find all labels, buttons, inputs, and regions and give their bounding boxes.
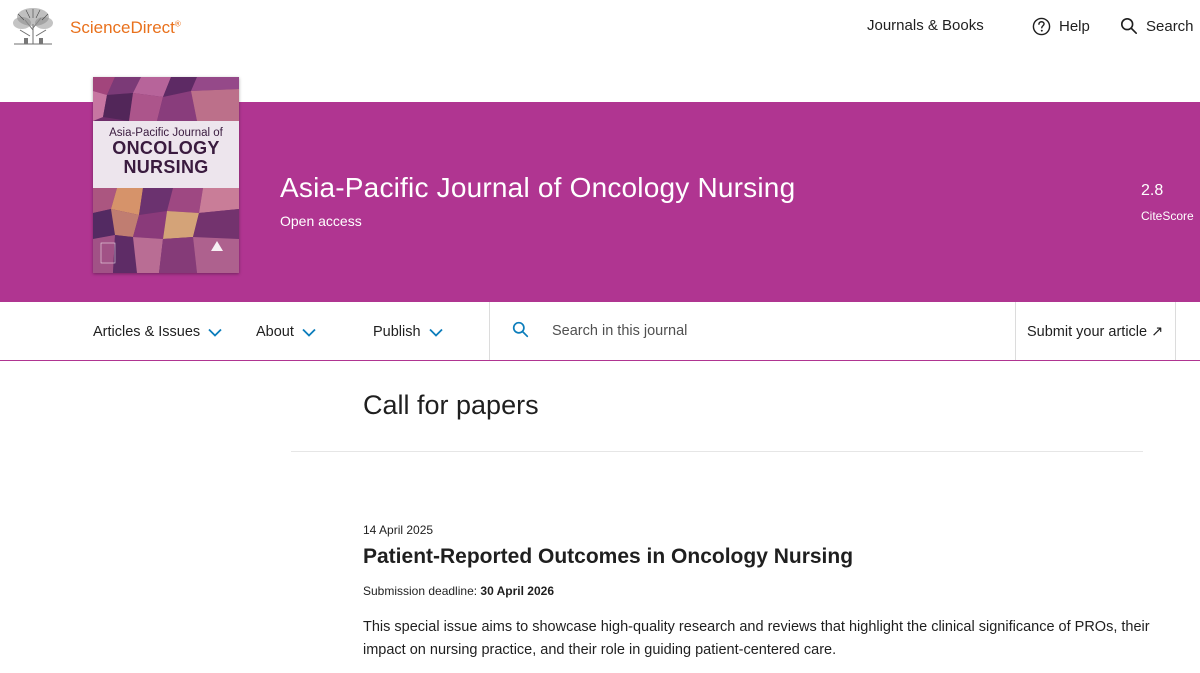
chevron-down-icon <box>208 328 222 337</box>
call-description: This special issue aims to showcase high… <box>363 619 1150 658</box>
citescore-value[interactable]: 2.8 <box>1141 182 1163 200</box>
deadline-label: Submission deadline: <box>363 584 481 598</box>
cover-title-line3: NURSING <box>123 157 209 177</box>
journal-cover-image[interactable]: Asia-Pacific Journal of ONCOLOGY NURSING <box>93 77 239 273</box>
nav-publish[interactable]: Publish <box>373 324 443 340</box>
citescore-label[interactable]: CiteScore <box>1141 209 1194 223</box>
help-label: Help <box>1059 18 1090 35</box>
page-title: Call for papers <box>363 390 539 420</box>
submission-deadline: Submission deadline: 30 April 2026 <box>363 584 554 598</box>
nav-divider <box>1015 302 1016 360</box>
journals-books-link[interactable]: Journals & Books <box>867 17 984 34</box>
journal-title[interactable]: Asia-Pacific Journal of Oncology Nursing <box>280 172 795 204</box>
brand-text: ScienceDirect <box>70 18 175 37</box>
deadline-value: 30 April 2026 <box>480 584 555 598</box>
nav-about[interactable]: About <box>256 324 316 340</box>
search-icon <box>1120 17 1138 35</box>
brand-registered-mark: ® <box>174 19 181 29</box>
title-divider <box>291 451 1143 452</box>
search-label: Search <box>1146 17 1194 35</box>
nav-articles-issues[interactable]: Articles & Issues <box>93 324 222 340</box>
open-access-label[interactable]: Open access <box>280 213 362 229</box>
site-header: ScienceDirect® Journals & Books Help Sea… <box>0 0 1200 54</box>
elsevier-tree-icon <box>13 8 53 45</box>
cover-title-line1: Asia-Pacific Journal of <box>109 127 223 139</box>
cover-title-block: Asia-Pacific Journal of ONCOLOGY NURSING <box>93 121 239 188</box>
search-link[interactable]: Search <box>1120 17 1194 35</box>
journal-search-icon[interactable] <box>512 321 529 338</box>
elsevier-logo[interactable] <box>10 6 56 46</box>
help-link[interactable]: Help <box>1032 17 1090 36</box>
nav-publish-label: Publish <box>373 324 421 340</box>
chevron-down-icon <box>302 328 316 337</box>
nav-divider <box>489 302 490 360</box>
chevron-down-icon <box>428 328 443 337</box>
submit-article-link[interactable]: Submit your article ↗ <box>1027 324 1163 340</box>
nav-about-label: About <box>256 324 294 340</box>
journal-search-input[interactable] <box>552 320 992 342</box>
journals-books-label: Journals & Books <box>867 17 984 34</box>
nav-divider <box>1175 302 1176 360</box>
cover-title-line2: ONCOLOGY <box>112 138 220 158</box>
sciencedirect-brand[interactable]: ScienceDirect® <box>70 18 181 38</box>
nav-articles-issues-label: Articles & Issues <box>93 324 201 340</box>
call-title-link[interactable]: Patient-Reported Outcomes in Oncology Nu… <box>363 545 853 569</box>
help-circle-icon <box>1032 17 1051 36</box>
call-date: 14 April 2025 <box>363 523 434 537</box>
